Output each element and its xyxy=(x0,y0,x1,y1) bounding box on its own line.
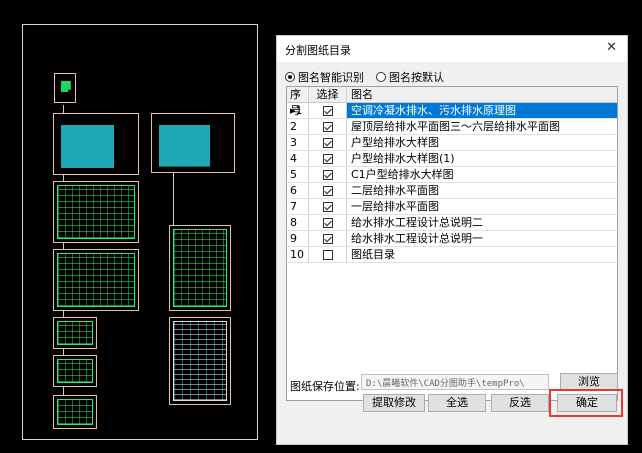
table-row[interactable]: 4 户型给排水大样图(1) xyxy=(287,151,617,167)
row-seq: 5 xyxy=(287,167,309,182)
row-select[interactable] xyxy=(309,151,347,166)
checkbox-icon[interactable] xyxy=(322,234,333,244)
checkbox-icon[interactable] xyxy=(322,186,333,196)
radio-label: 图名智能识别 xyxy=(298,71,364,84)
row-seq: 2 xyxy=(287,119,309,134)
radio-smart-recognition[interactable]: 图名智能识别 xyxy=(285,69,364,85)
select-all-button[interactable]: 全选 xyxy=(428,394,486,412)
table-row[interactable]: 8 给水排水工程设计总说明二 xyxy=(287,215,617,231)
row-select[interactable] xyxy=(309,103,347,118)
header-seq: 序号 xyxy=(287,87,309,117)
row-seq-value: 6 xyxy=(290,184,297,197)
checkbox-icon[interactable] xyxy=(322,218,333,228)
row-name: 户型给排水大样图 xyxy=(351,136,439,149)
split-drawing-dialog: 分割图纸目录 ✕ 图名智能识别 图名按默认 序号 选择 图名 ▸1 空调冷凝水排水… xyxy=(276,35,628,445)
checkbox-icon[interactable] xyxy=(322,154,333,164)
invert-selection-button[interactable]: 反选 xyxy=(491,394,549,412)
table-row[interactable]: 3 户型给排水大样图 xyxy=(287,135,617,151)
drawing-sheet-thumbnail xyxy=(169,225,231,311)
confirm-highlight-box xyxy=(549,389,623,417)
close-icon[interactable]: ✕ xyxy=(606,40,617,55)
row-select[interactable] xyxy=(309,199,347,214)
row-seq-value: 7 xyxy=(290,200,297,213)
row-seq: 8 xyxy=(287,215,309,230)
row-seq-value: 3 xyxy=(290,136,297,149)
drawing-sheet-thumbnail xyxy=(53,181,139,243)
row-select[interactable] xyxy=(309,231,347,246)
drawing-sheet-thumbnail xyxy=(53,355,97,387)
checkbox-icon[interactable] xyxy=(322,106,333,116)
row-select[interactable] xyxy=(309,215,347,230)
drawing-list-table: 序号 选择 图名 ▸1 空调冷凝水排水、污水排水原理图 2 屋顶层给排水平面图三～六层… xyxy=(286,86,618,401)
table-row[interactable]: 2 屋顶层给排水平面图三～六层给排水平面图 xyxy=(287,119,617,135)
row-name: 屋顶层给排水平面图三～六层给排水平面图 xyxy=(351,120,560,133)
table-row[interactable]: ▸1 空调冷凝水排水、污水排水原理图 xyxy=(287,103,617,119)
row-name: 给水排水工程设计总说明二 xyxy=(351,216,483,229)
row-seq-value: 4 xyxy=(290,152,297,165)
table-row[interactable]: 6 二层给排水平面图 xyxy=(287,183,617,199)
row-name: C1户型给排水大样图 xyxy=(351,168,454,181)
drawing-sheet-thumbnail xyxy=(151,113,235,173)
row-seq: 6 xyxy=(287,183,309,198)
row-name: 户型给排水大样图(1) xyxy=(351,152,455,165)
row-seq: 7 xyxy=(287,199,309,214)
dialog-titlebar: 分割图纸目录 ✕ xyxy=(277,36,627,62)
table-row[interactable]: 9 给水排水工程设计总说明一 xyxy=(287,231,617,247)
row-seq-value: 5 xyxy=(290,168,297,181)
extract-edit-button[interactable]: 提取修改 xyxy=(363,394,425,412)
header-name: 图名 xyxy=(351,88,373,101)
drawing-sheet-thumbnail xyxy=(54,73,76,103)
row-seq: 4 xyxy=(287,151,309,166)
table-row[interactable]: 7 一层给排水平面图 xyxy=(287,199,617,215)
recognition-mode-group: 图名智能识别 图名按默认 xyxy=(285,69,444,85)
row-seq: 10 xyxy=(287,247,309,262)
radio-unselected-icon[interactable] xyxy=(376,72,386,82)
drawing-sheet-thumbnail xyxy=(53,395,97,429)
checkbox-icon[interactable] xyxy=(322,138,333,148)
row-select[interactable] xyxy=(309,167,347,182)
row-name: 一层给排水平面图 xyxy=(351,200,439,213)
radio-selected-icon[interactable] xyxy=(285,72,295,82)
row-name: 给水排水工程设计总说明一 xyxy=(351,232,483,245)
row-seq-value: 9 xyxy=(290,232,297,245)
row-seq-value: 8 xyxy=(290,216,297,229)
dialog-title: 分割图纸目录 xyxy=(285,44,351,57)
drawing-sheet-thumbnail xyxy=(53,249,139,311)
save-path-field[interactable]: D:\晨曦软件\CAD分图助手\tempPro\ xyxy=(361,374,549,390)
checkbox-icon[interactable] xyxy=(322,250,333,260)
cad-preview-canvas xyxy=(22,24,258,440)
row-seq: 9 xyxy=(287,231,309,246)
radio-label: 图名按默认 xyxy=(389,71,444,84)
row-seq: 3 xyxy=(287,135,309,150)
header-select: 选择 xyxy=(309,87,347,102)
row-select[interactable] xyxy=(309,183,347,198)
checkbox-icon[interactable] xyxy=(322,122,333,132)
table-row[interactable]: 5 C1户型给排水大样图 xyxy=(287,167,617,183)
radio-default-name[interactable]: 图名按默认 xyxy=(376,69,444,85)
row-name: 二层给排水平面图 xyxy=(351,184,439,197)
row-name: 空调冷凝水排水、污水排水原理图 xyxy=(347,103,617,118)
drawing-sheet-thumbnail xyxy=(53,317,97,349)
save-path-label: 图纸保存位置: xyxy=(290,380,360,393)
checkbox-icon[interactable] xyxy=(322,170,333,180)
table-row[interactable]: 10 图纸目录 xyxy=(287,247,617,263)
drawing-sheet-thumbnail xyxy=(53,113,139,175)
row-seq-value: 1 xyxy=(295,104,303,117)
row-select[interactable] xyxy=(309,135,347,150)
row-select[interactable] xyxy=(309,119,347,134)
row-seq-value: 2 xyxy=(290,120,297,133)
row-select[interactable] xyxy=(309,247,347,262)
row-name: 图纸目录 xyxy=(351,248,395,261)
row-seq-value: 10 xyxy=(290,248,304,261)
drawing-sheet-thumbnail xyxy=(169,317,231,405)
row-seq: ▸1 xyxy=(287,103,309,118)
checkbox-icon[interactable] xyxy=(322,202,333,212)
table-header: 序号 选择 图名 xyxy=(287,87,617,117)
